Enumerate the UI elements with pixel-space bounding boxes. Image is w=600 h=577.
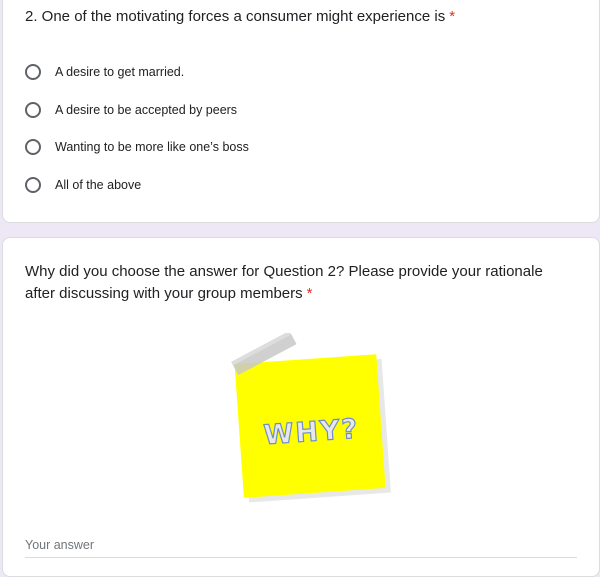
rationale-question-card: Why did you choose the answer for Questi… [2, 237, 600, 577]
radio-button[interactable] [25, 64, 41, 80]
question-title-text: Why did you choose the answer for Questi… [25, 263, 543, 302]
radio-button[interactable] [25, 102, 41, 118]
radio-button[interactable] [25, 139, 41, 155]
option-like-boss[interactable]: Wanting to be more like one’s boss [25, 135, 425, 159]
option-accepted-by-peers[interactable]: A desire to be accepted by peers [25, 98, 425, 122]
option-label: Wanting to be more like one’s boss [55, 140, 249, 154]
option-label: A desire to be accepted by peers [55, 103, 238, 117]
required-asterisk: * [306, 285, 313, 302]
answer-placeholder: Your answer [25, 538, 95, 552]
question-title: 2. One of the motivating forces a consum… [25, 6, 585, 28]
question-title-text: 2. One of the motivating forces a consum… [25, 8, 446, 25]
why-sticky-note-image: WHY? [225, 330, 395, 503]
option-all-of-the-above[interactable]: All of the above [25, 173, 425, 197]
sticky-note-illustration: WHY? [231, 330, 391, 503]
question-title: Why did you choose the answer for Questi… [25, 261, 565, 305]
radio-button[interactable] [25, 177, 41, 193]
answer-input[interactable]: Your answer [25, 536, 577, 558]
option-label: All of the above [55, 178, 142, 192]
question-card-2: 2. One of the motivating forces a consum… [2, 0, 600, 223]
option-get-married[interactable]: A desire to get married. [25, 60, 425, 84]
required-asterisk: * [449, 8, 456, 25]
option-label: A desire to get married. [55, 65, 185, 79]
